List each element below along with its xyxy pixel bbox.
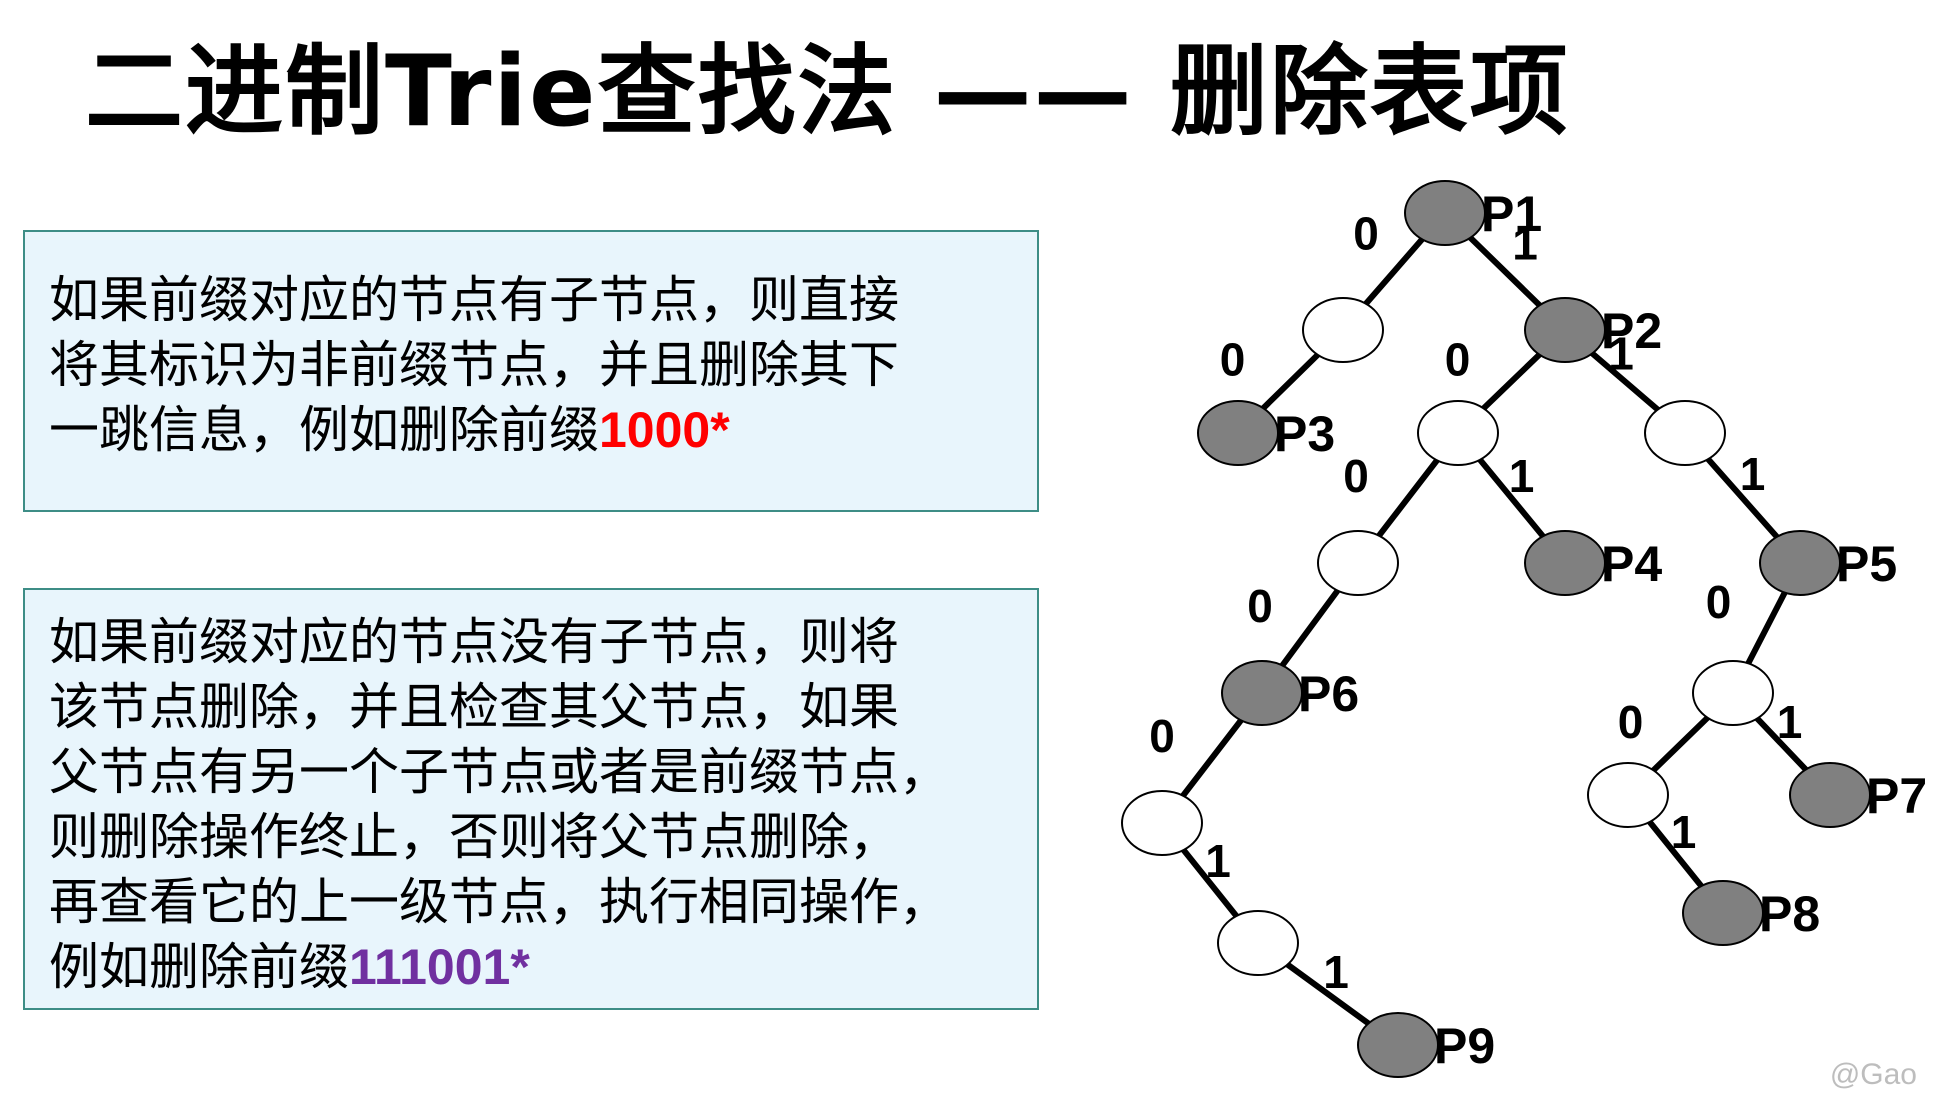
trie-prefix-node (1404, 180, 1486, 246)
trie-node-label-p9: P9 (1434, 1018, 1495, 1074)
trie-prefix-node (1524, 530, 1606, 596)
trie-edge-bit-label: 1 (1323, 946, 1349, 998)
trie-node-label-p3: P3 (1274, 406, 1335, 462)
trie-prefix-node (1682, 880, 1764, 946)
trie-node (1302, 297, 1384, 363)
trie-node-label-p6: P6 (1298, 666, 1359, 722)
trie-prefix-node (1221, 660, 1303, 726)
trie-edge-bit-label: 1 (1740, 448, 1766, 500)
trie-edge-bit-label: 1 (1205, 835, 1231, 887)
trie-node-label-p1: P1 (1481, 186, 1542, 242)
binary-trie-diagram: 0 10 0 10 1 10 00 0 1111P1P2P3P4 P5P6P7P8P9 (1121, 180, 1927, 1078)
trie-node (1121, 790, 1203, 856)
trie-edge-bit-label: 1 (1509, 450, 1535, 502)
trie-prefix-node (1759, 530, 1841, 596)
trie-node-label-p7: P7 (1866, 768, 1927, 824)
trie-node (1417, 400, 1499, 466)
trie-node (1692, 660, 1774, 726)
trie-node (1317, 530, 1399, 596)
trie-node-label-p5: P5 (1836, 536, 1897, 592)
trie-edge-bit-label: 1 (1777, 696, 1803, 748)
trie-edge-bit-label: 0 (1149, 710, 1175, 762)
trie-prefix-node (1357, 1012, 1439, 1078)
trie-edge-bit-label: 0 (1343, 450, 1369, 502)
trie-node (1644, 400, 1726, 466)
trie-prefix-node (1789, 762, 1871, 828)
trie-prefix-node (1524, 297, 1606, 363)
trie-node (1587, 762, 1669, 828)
trie-edge-bit-label: 1 (1671, 806, 1697, 858)
trie-node-label-p8: P8 (1759, 886, 1820, 942)
trie-edge-bit-label: 0 (1618, 696, 1644, 748)
trie-prefix-node (1197, 400, 1279, 466)
trie-edge-bit-label: 0 (1353, 208, 1379, 260)
trie-node-label-p4: P4 (1601, 536, 1662, 592)
trie-node-label-p2: P2 (1601, 303, 1662, 359)
watermark: @Gao (1829, 1058, 1917, 1091)
trie-edge-bit-label: 0 (1247, 580, 1273, 632)
trie-edge-bit-label: 0 (1706, 576, 1732, 628)
trie-edge-bit-label: 0 (1445, 334, 1471, 386)
trie-node (1217, 910, 1299, 976)
trie-edge-bit-label: 0 (1220, 334, 1246, 386)
